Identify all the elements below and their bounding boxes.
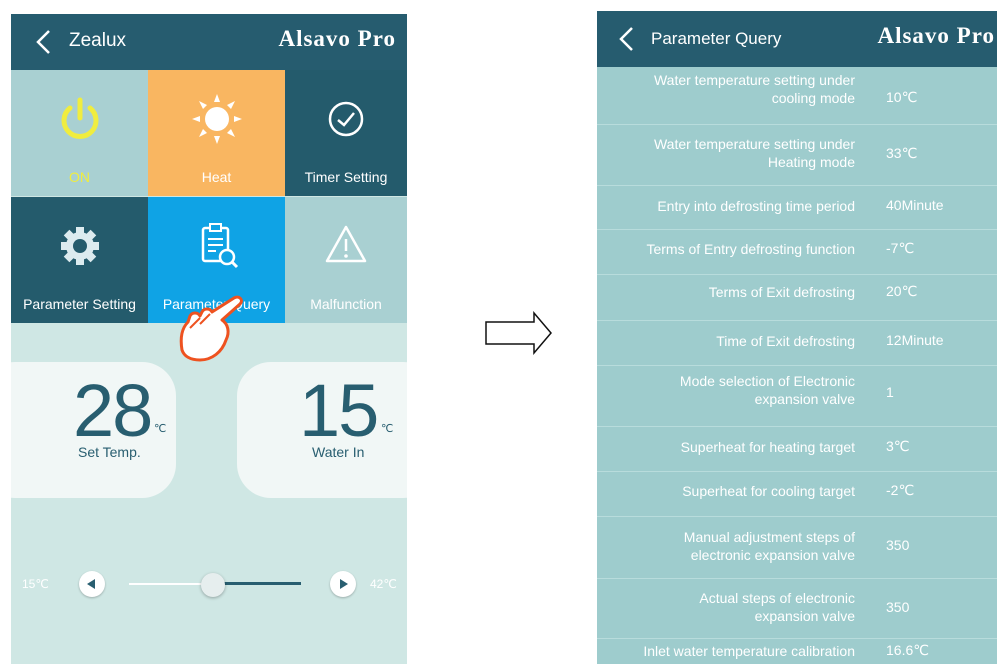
water-in-label: Water In	[312, 444, 365, 460]
timer-label: Timer Setting	[304, 169, 388, 185]
malfunction-tile[interactable]: Malfunction	[285, 197, 407, 323]
param-row: Time of Exit defrosting 12Minute	[597, 321, 997, 366]
param-name: Mode selection of Electronic expansion va…	[679, 373, 855, 407]
malfunction-label: Malfunction	[310, 296, 382, 312]
param-name: Time of Exit defrosting	[716, 333, 855, 349]
param-row: Inlet water temperature calibration 16.6…	[597, 639, 997, 664]
main-screen: Zealux Alsavo Pro ON Heat Timer Setting …	[11, 14, 407, 664]
slider-knob[interactable]	[201, 573, 225, 597]
gear-icon	[60, 227, 99, 265]
param-value: 40Minute	[886, 197, 944, 213]
triangle-left-icon	[87, 579, 95, 589]
right-arrow-icon	[485, 311, 552, 355]
param-name: Inlet water temperature calibration	[643, 643, 855, 659]
parameter-setting-label: Parameter Setting	[23, 296, 136, 312]
param-row: Water temperature setting under Heating m…	[597, 125, 997, 186]
param-value: 350	[886, 537, 910, 553]
param-row: Actual steps of electronic expansion valv…	[597, 579, 997, 639]
param-value: -7℃	[886, 240, 915, 256]
parameter-setting-tile[interactable]: Parameter Setting	[11, 197, 148, 323]
param-name: Actual steps of electronic expansion valv…	[699, 590, 855, 624]
param-row: Water temperature setting under cooling m…	[597, 67, 997, 125]
param-name: Water temperature setting under cooling m…	[653, 72, 855, 106]
decrease-button[interactable]	[79, 571, 105, 597]
set-temp-label: Set Temp.	[78, 444, 141, 460]
param-value: 3℃	[886, 438, 910, 454]
app-title: Zealux	[69, 30, 127, 51]
increase-button[interactable]	[330, 571, 356, 597]
param-row: Superheat for cooling target -2℃	[597, 472, 997, 517]
param-row: Mode selection of Electronic expansion va…	[597, 366, 997, 427]
param-value: 20℃	[886, 283, 918, 299]
slider-track-right	[223, 582, 301, 585]
clipboard-search-icon	[201, 223, 238, 269]
sun-icon	[191, 94, 242, 144]
warning-icon	[325, 225, 367, 263]
power-label: ON	[69, 169, 90, 185]
set-temp-card[interactable]: 28 ℃ Set Temp.	[11, 362, 176, 498]
param-name: Manual adjustment steps of electronic exp…	[683, 529, 855, 563]
clock-icon	[328, 101, 364, 137]
back-chevron-icon[interactable]	[615, 24, 641, 54]
param-value: 10℃	[886, 89, 918, 105]
param-value: 33℃	[886, 145, 918, 161]
param-name: Water temperature setting under Heating m…	[653, 136, 855, 170]
power-icon	[61, 97, 98, 139]
back-chevron-icon[interactable]	[31, 27, 59, 57]
param-row: Superheat for heating target 3℃	[597, 427, 997, 472]
brand-logo: Alsavo Pro	[877, 23, 995, 48]
pointing-hand-icon	[179, 295, 243, 362]
param-row: Terms of Entry defrosting function -7℃	[597, 230, 997, 275]
mode-grid: ON Heat Timer Setting Parameter Setting …	[11, 70, 407, 323]
slider-max-label: 42℃	[370, 577, 397, 591]
param-name: Terms of Exit defrosting	[708, 284, 855, 300]
param-row: Terms of Exit defrosting 20℃	[597, 275, 997, 321]
param-value: 1	[886, 384, 894, 400]
param-value: 350	[886, 599, 910, 615]
slider-track-left	[129, 583, 211, 585]
screen-title: Parameter Query	[651, 29, 782, 48]
param-value: -2℃	[886, 482, 915, 498]
water-in-value: 15	[299, 369, 379, 452]
water-in-card: 15 ℃ Water In	[237, 362, 407, 498]
timer-tile[interactable]: Timer Setting	[285, 70, 407, 196]
set-temp-unit: ℃	[154, 423, 167, 435]
param-name: Superheat for heating target	[680, 439, 855, 455]
param-name: Entry into defrosting time period	[657, 198, 855, 214]
brand-logo: Alsavo Pro	[278, 26, 396, 51]
header-bar: Zealux Alsavo Pro	[11, 14, 407, 70]
param-row: Entry into defrosting time period 40Minu…	[597, 186, 997, 230]
heat-label: Heat	[201, 169, 232, 185]
param-name: Superheat for cooling target	[682, 483, 855, 499]
param-value: 16.6℃	[886, 642, 929, 658]
set-temp-value: 28	[73, 369, 153, 452]
param-name: Terms of Entry defrosting function	[646, 241, 855, 257]
header-bar: Parameter Query Alsavo Pro	[597, 11, 997, 67]
power-tile[interactable]: ON	[11, 70, 148, 196]
slider-min-label: 15℃	[22, 577, 49, 591]
parameter-query-screen: Parameter Query Alsavo Pro Water tempera…	[597, 11, 997, 664]
heat-tile[interactable]: Heat	[148, 70, 285, 196]
param-value: 12Minute	[886, 332, 944, 348]
triangle-right-icon	[340, 579, 348, 589]
param-row: Manual adjustment steps of electronic exp…	[597, 517, 997, 579]
water-in-unit: ℃	[381, 423, 394, 435]
